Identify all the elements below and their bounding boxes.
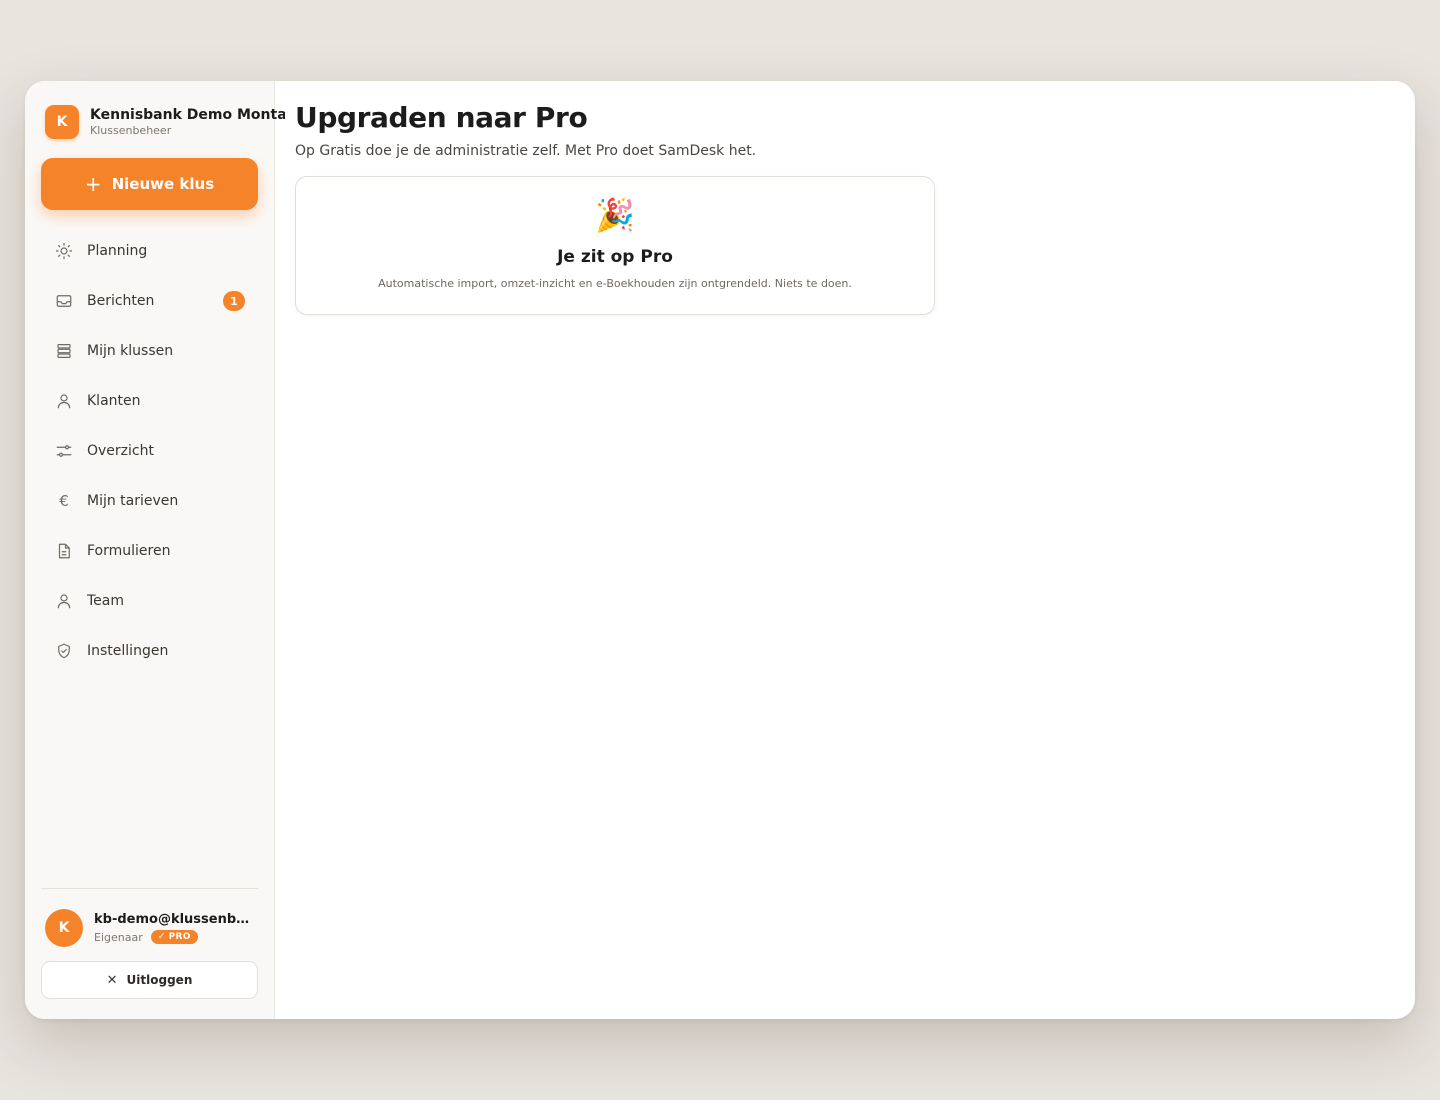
unread-count-badge: 1 <box>223 291 245 311</box>
user-icon <box>53 390 75 412</box>
logout-label: Uitloggen <box>126 973 193 987</box>
sidebar-item-klanten[interactable]: Klanten <box>41 376 258 426</box>
sliders-icon <box>53 440 75 462</box>
card-text: Automatische import, omzet-inzicht en e-… <box>378 277 852 290</box>
sidebar-item-label: Overzicht <box>87 443 154 459</box>
sidebar-item-formulieren[interactable]: Formulieren <box>41 526 258 576</box>
sidebar-item-berichten[interactable]: Berichten 1 <box>41 276 258 326</box>
sidebar-item-label: Instellingen <box>87 643 169 659</box>
user-icon <box>53 590 75 612</box>
layers-icon <box>53 340 75 362</box>
sidebar-nav: Planning Berichten 1 Mijn klussen Klante… <box>41 226 258 676</box>
page-title: Upgraden naar Pro <box>295 101 588 134</box>
document-icon <box>53 540 75 562</box>
brand-logo: K <box>45 105 79 139</box>
shield-check-icon <box>53 640 75 662</box>
user-email: kb-demo@klussenbeheer.nl <box>94 912 254 927</box>
new-job-button[interactable]: + Nieuwe klus <box>41 158 258 210</box>
sidebar-item-planning[interactable]: Planning <box>41 226 258 276</box>
brand[interactable]: K Kennisbank Demo Montage Klussenbeheer <box>45 105 285 139</box>
party-popper-icon: 🎉 <box>595 196 635 234</box>
app-window: K Kennisbank Demo Montage Klussenbeheer … <box>25 81 1415 1019</box>
brand-subtitle: Klussenbeheer <box>90 123 172 137</box>
logout-button[interactable]: ✕ Uitloggen <box>41 961 258 999</box>
pro-badge: ✓ PRO <box>150 930 198 944</box>
close-icon: ✕ <box>106 972 118 988</box>
sidebar-item-label: Formulieren <box>87 543 171 559</box>
main-content: Upgraden naar Pro Op Gratis doe je de ad… <box>275 81 1415 1019</box>
user-profile[interactable]: K kb-demo@klussenbeheer.nl Eigenaar ✓ PR… <box>45 909 258 947</box>
card-title: Je zit op Pro <box>557 247 673 267</box>
sidebar-item-label: Klanten <box>87 393 141 409</box>
brand-name: Kennisbank Demo Montage <box>90 106 285 123</box>
sidebar-item-label: Team <box>87 593 125 609</box>
sidebar-item-mijn-tarieven[interactable]: € Mijn tarieven <box>41 476 258 526</box>
sidebar-item-label: Mijn klussen <box>87 343 174 359</box>
avatar: K <box>45 909 83 947</box>
sidebar-item-mijn-klussen[interactable]: Mijn klussen <box>41 326 258 376</box>
sidebar-divider <box>41 888 258 889</box>
sidebar-item-label: Planning <box>87 243 148 259</box>
sidebar-item-label: Berichten <box>87 293 155 309</box>
page-subtitle: Op Gratis doe je de administratie zelf. … <box>295 143 757 159</box>
plus-icon: + <box>84 172 102 196</box>
sidebar-item-label: Mijn tarieven <box>87 493 179 509</box>
new-job-label: Nieuwe klus <box>111 175 215 193</box>
user-role: Eigenaar <box>94 930 143 944</box>
sidebar-item-overzicht[interactable]: Overzicht <box>41 426 258 476</box>
check-icon: ✓ <box>157 932 166 942</box>
sidebar-item-instellingen[interactable]: Instellingen <box>41 626 258 676</box>
sun-icon <box>53 240 75 262</box>
inbox-icon <box>53 290 75 312</box>
sidebar-item-team[interactable]: Team <box>41 576 258 626</box>
pro-status-card: 🎉 Je zit op Pro Automatische import, omz… <box>295 176 935 315</box>
euro-icon: € <box>59 492 69 510</box>
sidebar: K Kennisbank Demo Montage Klussenbeheer … <box>25 81 285 1019</box>
